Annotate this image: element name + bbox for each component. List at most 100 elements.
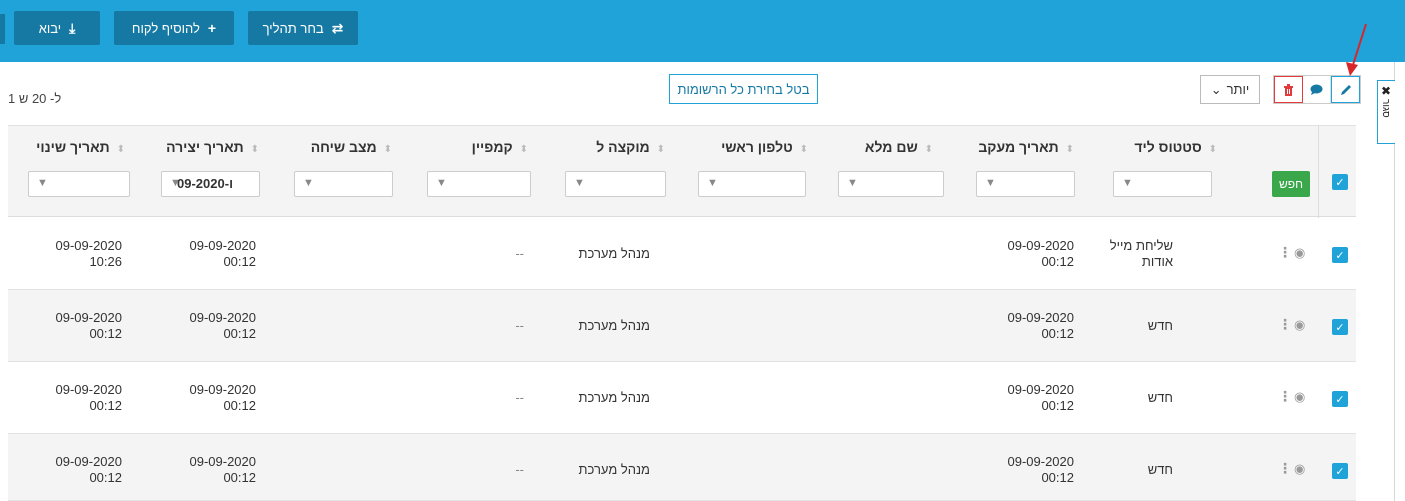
- time-text: 10:26: [89, 254, 122, 269]
- more-vertical-icon[interactable]: ⋮: [1278, 460, 1292, 477]
- filter-created-date[interactable]: ▼ 09-2020-ו: [161, 171, 260, 197]
- cell-assigned-to: מנהל מערכת: [578, 462, 650, 477]
- sort-icon: ⬍: [383, 144, 392, 155]
- table-row[interactable]: ✓ ◉ ⋮ שליחת מייל אודות 09-09-2020 00:12 מ…: [8, 218, 1356, 290]
- header-label: קמפיין: [471, 139, 513, 155]
- time-text: 00:12: [89, 470, 122, 485]
- filter-main-phone[interactable]: ▼: [698, 171, 806, 197]
- time-text: 00:12: [89, 398, 122, 413]
- red-pointer-arrow: [1346, 23, 1367, 76]
- row-checkbox[interactable]: ✓: [1332, 463, 1348, 479]
- time-text: 00:12: [1041, 398, 1074, 413]
- cell-followup-date: 09-09-2020 00:12: [1008, 454, 1075, 486]
- filter-call-status[interactable]: ▼: [294, 171, 393, 197]
- date-text: 09-09-2020: [55, 454, 123, 469]
- add-customer-label: להוסיף לקוח: [131, 20, 200, 36]
- time-text: 00:12: [89, 326, 122, 341]
- comment-button[interactable]: [1303, 76, 1331, 103]
- eye-icon[interactable]: ◉: [1294, 245, 1305, 261]
- filter-campaign[interactable]: ▼: [427, 171, 531, 197]
- column-header-modified-date[interactable]: ⬍ תאריך שינוי: [36, 139, 125, 155]
- select-all-checkbox[interactable]: ✓: [1332, 174, 1348, 190]
- filter-assigned-to[interactable]: ▼: [565, 171, 666, 197]
- more-vertical-icon[interactable]: ⋮: [1278, 388, 1292, 405]
- cell-status: חדש: [1147, 318, 1173, 333]
- top-toolbar: ⤓ יבוא + להוסיף לקוח ⇄ בחר תהליך: [0, 0, 1405, 62]
- column-header-followup-date[interactable]: ⬍ תאריך מעקב: [978, 139, 1074, 155]
- column-header-assigned-to[interactable]: ⬍ מוקצה ל: [596, 139, 665, 155]
- more-label: יותר: [1226, 82, 1250, 97]
- row-checkbox[interactable]: ✓: [1332, 391, 1348, 407]
- cell-campaign: --: [515, 318, 524, 333]
- cell-campaign: --: [515, 246, 524, 261]
- column-header-call-status[interactable]: ⬍ מצב שיחה: [311, 139, 392, 155]
- comment-icon: [1310, 84, 1323, 95]
- cell-status: שליחת מייל אודות: [1109, 238, 1173, 269]
- header-label: טלפון ראשי: [721, 139, 793, 155]
- filter-icon: ▼: [37, 177, 48, 189]
- cell-assigned-to: מנהל מערכת: [578, 318, 650, 333]
- row-checkbox[interactable]: ✓: [1332, 247, 1348, 263]
- cell-modified-date: 09-09-2020 00:12: [56, 454, 123, 486]
- table-row[interactable]: ✓ ◉ ⋮ חדש 09-09-2020 00:12 מנהל מערכת -- …: [8, 434, 1356, 501]
- cell-assigned-to: מנהל מערכת: [578, 246, 650, 261]
- row-checkbox[interactable]: ✓: [1332, 319, 1348, 335]
- cell-campaign: --: [515, 462, 524, 477]
- filter-icon: ▼: [574, 177, 585, 189]
- search-button[interactable]: חפש: [1272, 171, 1310, 197]
- close-icon[interactable]: ✖: [1381, 84, 1391, 98]
- delete-button[interactable]: [1274, 76, 1303, 103]
- cell-followup-date: 09-09-2020 00:12: [1008, 382, 1075, 414]
- filter-icon: ▼: [985, 177, 996, 189]
- time-text: 00:12: [1041, 470, 1074, 485]
- filter-followup-date[interactable]: ▼: [976, 171, 1075, 197]
- table-row[interactable]: ✓ ◉ ⋮ חדש 09-09-2020 00:12 מנהל מערכת -- …: [8, 290, 1356, 362]
- more-vertical-icon[interactable]: ⋮: [1278, 316, 1292, 333]
- filter-lead-status[interactable]: ▼: [1113, 171, 1212, 197]
- date-text: 09-09-2020: [55, 382, 123, 397]
- column-header-created-date[interactable]: ⬍ תאריך יצירה: [166, 139, 259, 155]
- choose-process-label: בחר תהליך: [262, 20, 324, 36]
- column-header-lead-status[interactable]: ⬍ סטטוס ליד: [1134, 139, 1217, 155]
- filter-modified-date[interactable]: ▼: [28, 171, 130, 197]
- sort-icon: ⬍: [1208, 144, 1217, 155]
- more-dropdown[interactable]: יותר ⌄: [1200, 75, 1260, 104]
- toolbar-edge: [0, 14, 5, 44]
- cell-campaign: --: [515, 390, 524, 405]
- more-vertical-icon[interactable]: ⋮: [1278, 244, 1292, 261]
- column-header-campaign[interactable]: ⬍ קמפיין: [472, 139, 528, 155]
- column-header-main-phone[interactable]: ⬍ טלפון ראשי: [721, 139, 808, 155]
- column-header-full-name[interactable]: ⬍ שם מלא: [865, 139, 933, 155]
- import-button[interactable]: ⤓ יבוא: [14, 11, 100, 45]
- choose-process-button[interactable]: ⇄ בחר תהליך: [248, 11, 358, 45]
- eye-icon[interactable]: ◉: [1294, 461, 1305, 477]
- sort-icon: ⬍: [116, 144, 125, 155]
- header-label: מצב שיחה: [310, 139, 377, 155]
- time-text: 00:12: [223, 254, 256, 269]
- cell-status: חדש: [1147, 390, 1173, 405]
- cell-status: חדש: [1147, 462, 1173, 477]
- date-text: 09-09-2020: [1007, 310, 1075, 325]
- sort-icon: ⬍: [924, 144, 933, 155]
- filter-icon: ▼: [436, 177, 447, 189]
- header-label: תאריך שינוי: [36, 139, 110, 155]
- cell-created-date: 09-09-2020 00:12: [190, 382, 257, 414]
- edit-button[interactable]: [1331, 76, 1360, 103]
- cell-modified-date: 09-09-2020 10:26: [56, 238, 123, 270]
- retweet-icon: ⇄: [331, 19, 344, 36]
- time-text: 00:12: [1041, 326, 1074, 341]
- close-side-tab[interactable]: ✖ סגור: [1377, 80, 1395, 144]
- cell-followup-date: 09-09-2020 00:12: [1008, 310, 1075, 342]
- filter-full-name[interactable]: ▼: [838, 171, 944, 197]
- add-customer-button[interactable]: + להוסיף לקוח: [114, 11, 234, 45]
- date-text: 09-09-2020: [55, 238, 123, 253]
- eye-icon[interactable]: ◉: [1294, 317, 1305, 333]
- cancel-selection-button[interactable]: בטל בחירת כל הרשומות: [669, 74, 818, 104]
- table-row[interactable]: ✓ ◉ ⋮ חדש 09-09-2020 00:12 מנהל מערכת -- …: [8, 362, 1356, 434]
- cell-created-date: 09-09-2020 00:12: [190, 238, 257, 270]
- pencil-icon: [1340, 84, 1351, 95]
- sort-icon: ⬍: [250, 144, 259, 155]
- eye-icon[interactable]: ◉: [1294, 389, 1305, 405]
- header-label: שם מלא: [864, 139, 918, 155]
- time-text: 00:12: [1041, 254, 1074, 269]
